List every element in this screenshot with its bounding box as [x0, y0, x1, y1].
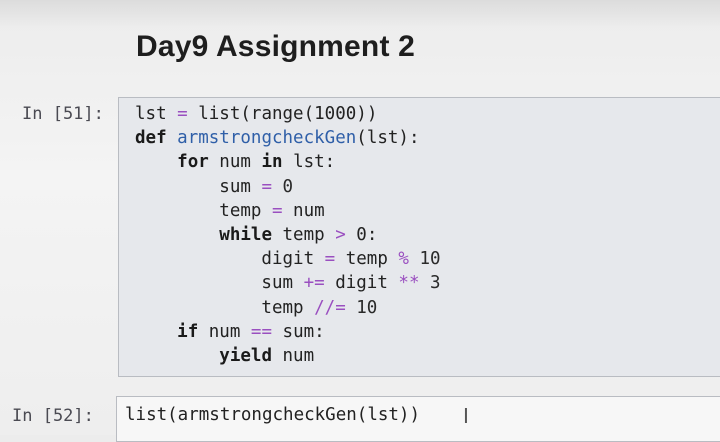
code-token: == — [250, 321, 272, 342]
code-token: 0: — [345, 225, 378, 245]
code-token: lst: — [282, 152, 336, 173]
code-token: digit — [135, 249, 325, 270]
code-token: while — [219, 225, 272, 245]
code-line: sum += digit ** 3 — [135, 273, 441, 294]
code-token: temp — [135, 297, 315, 318]
code-cell-51[interactable]: lst = list(range(1000)) def armstrongchec… — [118, 97, 720, 377]
code-cell-52[interactable]: list(armstrongcheckGen(lst)) — [116, 396, 720, 442]
code-token: sum — [135, 176, 262, 197]
code-token: list(range(1000)) — [187, 104, 378, 124]
code-token: ** — [398, 273, 420, 294]
code-token: temp — [135, 200, 272, 221]
code-line: sum = 0 — [135, 177, 293, 197]
code-token: digit — [324, 273, 399, 294]
cell-prompt-52: In [52]: — [12, 406, 94, 426]
code-token: num — [271, 346, 315, 366]
code-token: = — [324, 249, 336, 270]
text-cursor-icon: I — [463, 404, 469, 428]
code-token: in — [261, 152, 283, 173]
code-line: if num == sum: — [135, 322, 325, 342]
code-token: > — [335, 225, 346, 245]
code-token: = — [261, 176, 272, 197]
code-token: (lst): — [356, 128, 420, 149]
code-token: num — [208, 152, 262, 173]
code-token: = — [271, 200, 283, 221]
code-token: yield — [219, 346, 272, 366]
code-token: num — [282, 200, 325, 221]
code-line: digit = temp % 10 — [135, 249, 441, 270]
code-token: sum — [135, 273, 304, 294]
code-token: 3 — [419, 273, 441, 294]
code-token: += — [303, 273, 325, 294]
cell-prompt-51: In [51]: — [22, 104, 104, 124]
code-line: temp //= 10 — [135, 298, 377, 318]
code-line: temp = num — [135, 200, 325, 221]
code-line: while temp > 0: — [135, 225, 377, 245]
code-token: 10 — [345, 297, 378, 318]
code-line: for num in lst: — [135, 152, 335, 172]
code-token: = — [177, 104, 188, 124]
code-token: list(armstrongcheckGen(lst)) — [125, 405, 421, 425]
code-token: 0 — [271, 176, 294, 197]
code-line: list(armstrongcheckGen(lst)) — [125, 405, 420, 425]
code-line: def armstrongcheckGen(lst): — [135, 128, 420, 148]
code-line: lst = list(range(1000)) — [135, 104, 377, 124]
code-token: lst — [135, 104, 178, 124]
code-token: if — [177, 321, 199, 342]
code-line: yield num — [135, 346, 314, 366]
code-token: //= — [314, 297, 346, 318]
code-token: temp — [271, 225, 336, 245]
code-token: sum: — [272, 321, 325, 342]
code-token: 10 — [408, 249, 441, 270]
top-toolbar-area — [0, 0, 720, 26]
code-token: armstrongcheckGen — [177, 128, 357, 149]
code-token: def — [135, 128, 178, 149]
code-token: num — [198, 321, 251, 342]
code-token: for — [177, 152, 209, 173]
code-token: temp — [335, 249, 399, 270]
code-token: % — [398, 249, 409, 270]
page-title: Day9 Assignment 2 — [136, 30, 416, 63]
